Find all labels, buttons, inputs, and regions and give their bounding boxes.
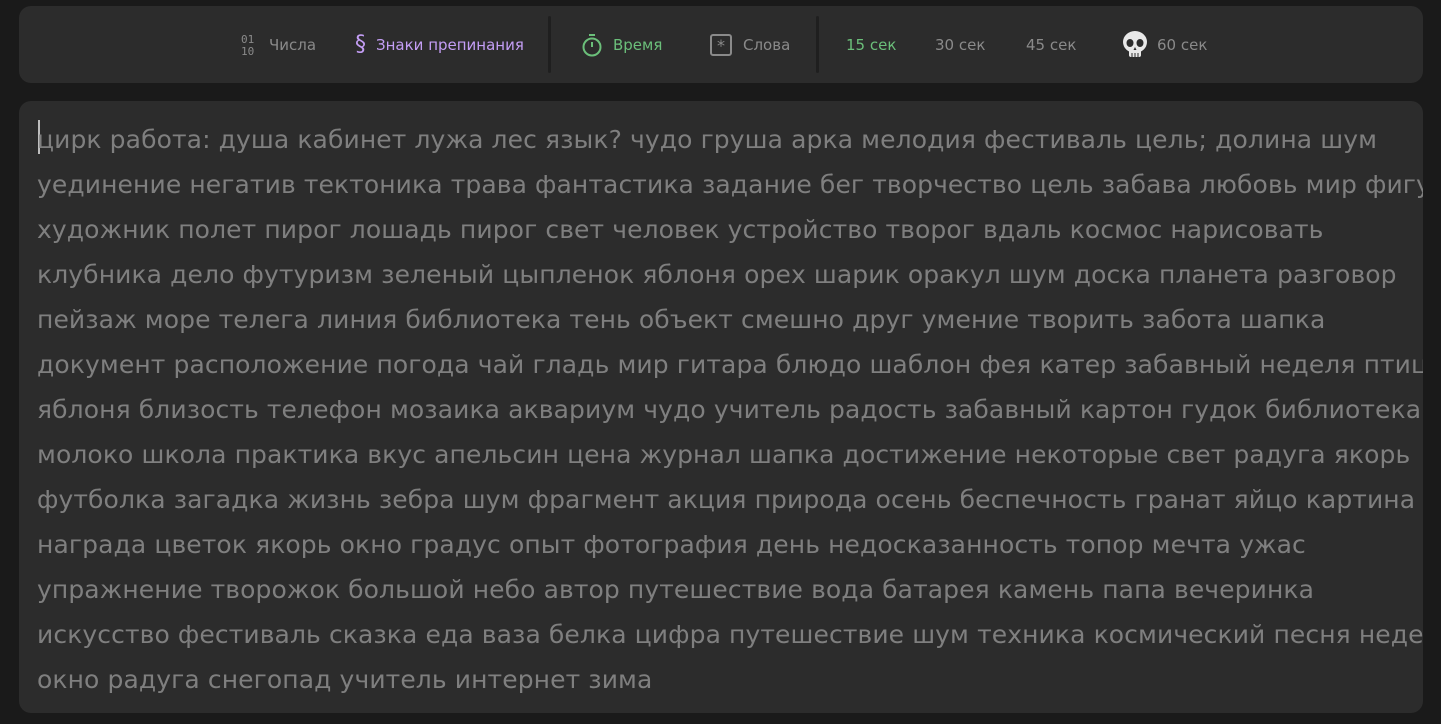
duration-30-button[interactable]: 30 сек <box>935 6 985 83</box>
duration-15-label: 15 сек <box>846 35 897 54</box>
text-line: окно радуга снегопад учитель интернет зи… <box>37 665 653 694</box>
words-mode-label: Слова <box>743 35 791 54</box>
text-line: пейзаж море телега линия библиотека тень… <box>37 305 1326 334</box>
duration-60-button[interactable]: 60 сек <box>1121 6 1207 83</box>
skull-icon <box>1121 30 1149 60</box>
text-line: уединение негатив тектоника трава фантас… <box>37 170 1423 199</box>
text-line: яблоня близость телефон мозаика аквариум… <box>37 395 1422 424</box>
toolbar-divider <box>816 16 819 73</box>
text-line: награда цветок якорь окно градус опыт фо… <box>37 530 1306 559</box>
typing-text-area[interactable]: цирк работа: душа кабинет лужа лес язык?… <box>19 101 1423 713</box>
text-line: упражнение творожок большой небо автор п… <box>37 575 1315 604</box>
asterisk-box-icon: * <box>709 33 733 57</box>
duration-15-button[interactable]: 15 сек <box>846 6 896 83</box>
duration-45-label: 45 сек <box>1026 35 1077 54</box>
numbers-label: Числа <box>269 35 317 54</box>
duration-30-label: 30 сек <box>935 35 986 54</box>
toolbar-divider <box>548 16 551 73</box>
duration-60-label: 60 сек <box>1157 35 1208 54</box>
punctuation-label: Знаки препинания <box>376 35 524 54</box>
duration-45-button[interactable]: 45 сек <box>1026 6 1076 83</box>
time-mode-tab[interactable]: Время <box>581 6 662 83</box>
numbers-icon: 01 10 <box>241 33 259 57</box>
text-line: документ расположение погода чай гладь м… <box>37 350 1423 379</box>
text-line: клубника дело футуризм зеленый цыпленок … <box>37 260 1397 289</box>
svg-text:*: * <box>717 36 725 55</box>
word-lines: цирк работа: душа кабинет лужа лес язык?… <box>37 117 1423 702</box>
text-line: искусство фестиваль сказка еда ваза белк… <box>37 620 1423 649</box>
settings-toolbar: 01 10 Числа § Знаки препинания Время * С… <box>19 6 1423 83</box>
numbers-toggle[interactable]: 01 10 Числа <box>241 6 316 83</box>
stopwatch-icon <box>581 33 603 57</box>
text-line: футболка загадка жизнь зебра шум фрагмен… <box>37 485 1416 514</box>
svg-text:10: 10 <box>241 45 254 57</box>
text-line: цирк работа: душа кабинет лужа лес язык?… <box>37 125 1378 154</box>
words-mode-tab[interactable]: * Слова <box>709 6 790 83</box>
text-line: молоко школа практика вкус апельсин цена… <box>37 440 1411 469</box>
section-sign-icon: § <box>355 32 366 57</box>
text-line: художник полет пирог лошадь пирог свет ч… <box>37 215 1324 244</box>
punctuation-toggle[interactable]: § Знаки препинания <box>355 6 524 83</box>
time-mode-label: Время <box>613 35 663 54</box>
